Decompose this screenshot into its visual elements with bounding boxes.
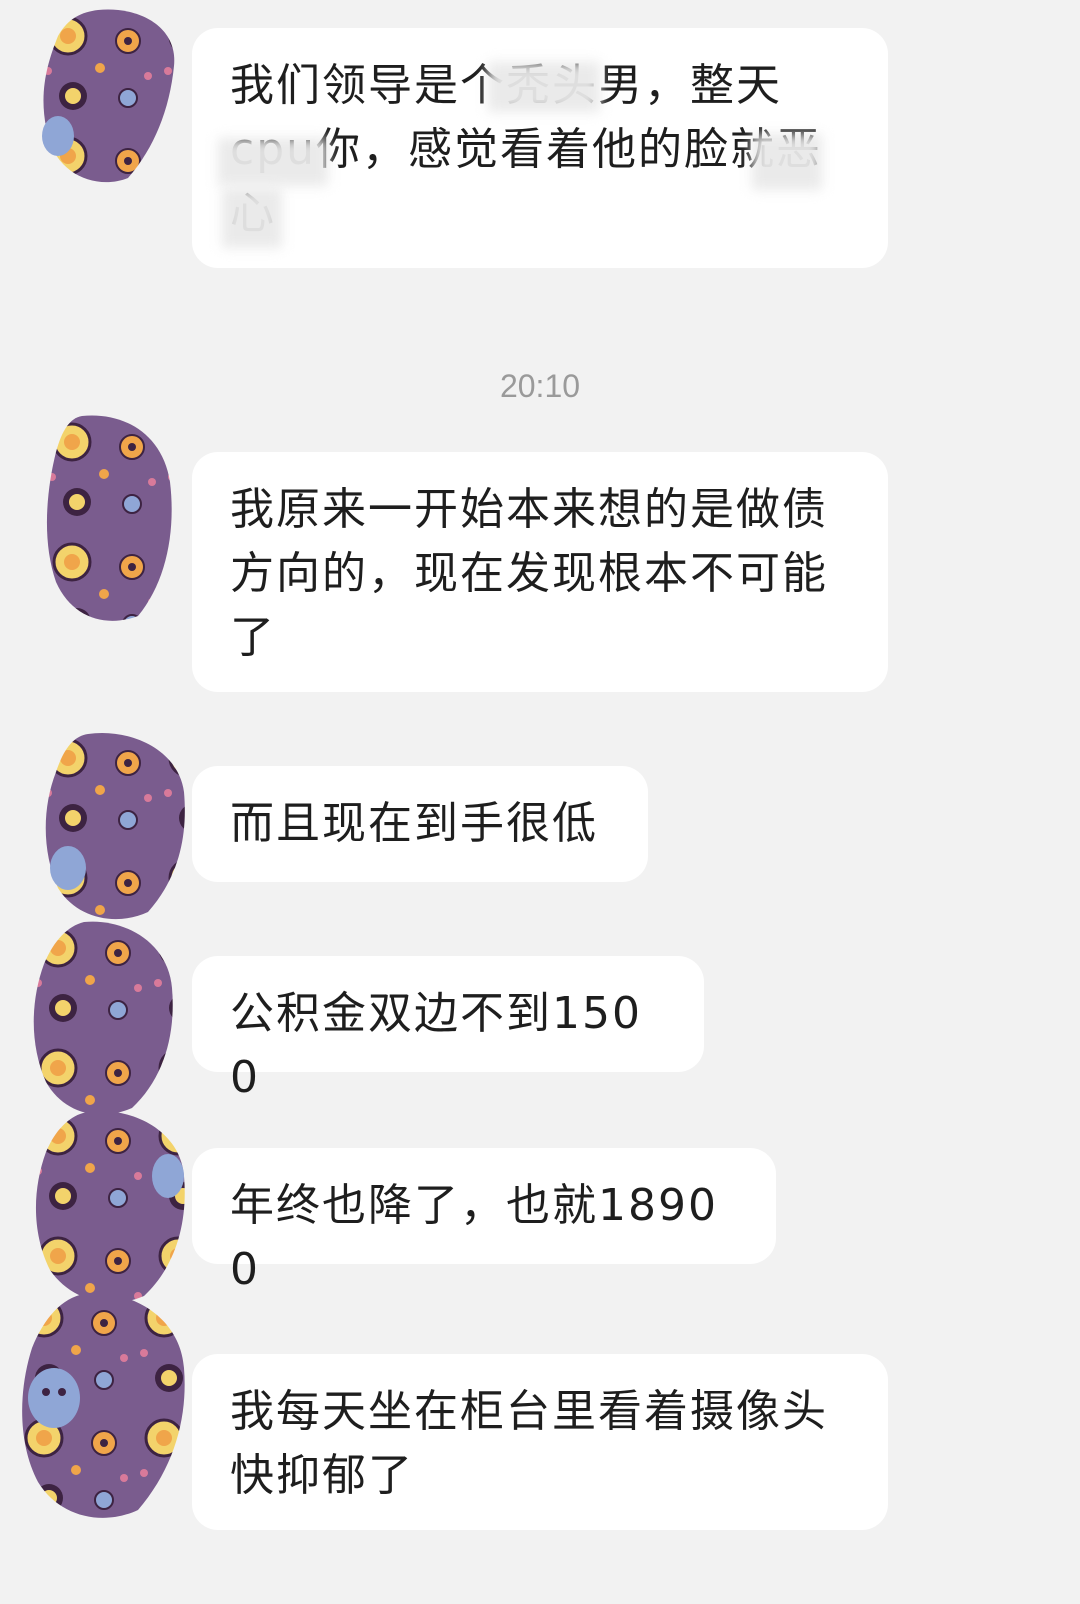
avatar[interactable] bbox=[38, 728, 190, 924]
avatar[interactable] bbox=[38, 6, 178, 186]
avatar[interactable] bbox=[28, 918, 178, 1118]
message-bubble[interactable]: 我原来一开始本来想的是做债 方向的，现在发现根本不可能 了 bbox=[192, 452, 888, 692]
message-text: 年终也降了，也就18900 bbox=[230, 1180, 718, 1295]
avatar[interactable] bbox=[28, 1106, 190, 1306]
message-bubble[interactable]: 公积金双边不到1500 bbox=[192, 956, 704, 1103]
redaction-blur bbox=[488, 62, 600, 112]
message-bubble[interactable]: 而且现在到手很低 bbox=[192, 766, 648, 882]
message-text: 我原来一开始本来想的是做债 方向的，现在发现根本不可能 了 bbox=[230, 484, 828, 663]
message-timestamp: 20:10 bbox=[499, 368, 581, 404]
message-text: 公积金双边不到1500 bbox=[230, 988, 642, 1103]
message-bubble[interactable]: 我每天坐在柜台里看着摄像头 快抑郁了 bbox=[192, 1354, 888, 1530]
message-bubble[interactable]: 年终也降了，也就18900 bbox=[192, 1148, 776, 1295]
message-text: 我每天坐在柜台里看着摄像头 快抑郁了 bbox=[230, 1386, 828, 1501]
redaction-blur bbox=[218, 138, 328, 186]
redaction-blur bbox=[222, 188, 282, 248]
message-text: 而且现在到手很低 bbox=[230, 798, 598, 849]
message-bubble[interactable]: 我们领导是个秃头男，整天 cpu你，感觉看着他的脸就恶 心 bbox=[192, 28, 888, 268]
redaction-blur bbox=[752, 134, 822, 190]
avatar[interactable] bbox=[42, 412, 178, 626]
chat-view: 我们领导是个秃头男，整天 cpu你，感觉看着他的脸就恶 心 20:10 我原来一… bbox=[0, 0, 1080, 1604]
avatar[interactable] bbox=[14, 1288, 190, 1524]
